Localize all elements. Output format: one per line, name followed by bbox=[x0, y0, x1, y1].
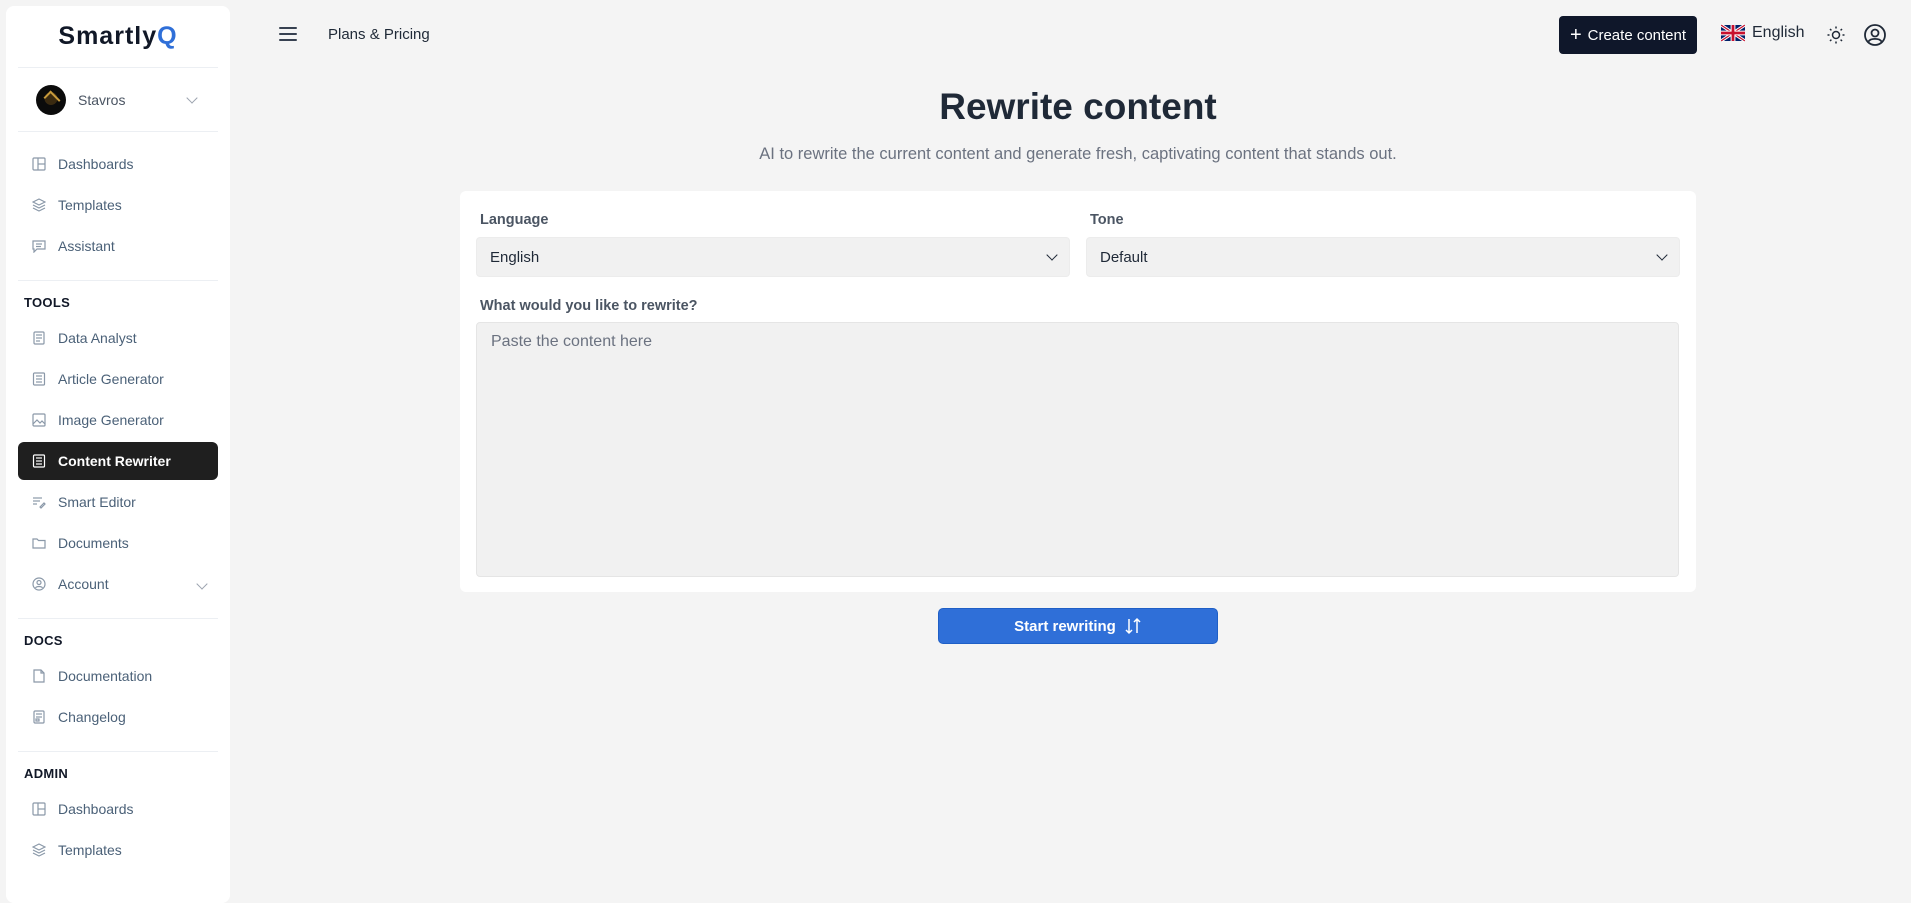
section-title-admin: ADMIN bbox=[24, 766, 69, 781]
start-rewriting-label: Start rewriting bbox=[1014, 617, 1116, 635]
sidebar-item-label: Templates bbox=[58, 842, 122, 858]
sidebar-item-label: Smart Editor bbox=[58, 494, 136, 510]
brand-accent: Q bbox=[157, 22, 178, 50]
sidebar-item-article-generator[interactable]: Article Generator bbox=[18, 360, 218, 398]
dashboard-icon bbox=[32, 157, 46, 171]
section-title-tools: TOOLS bbox=[24, 295, 71, 310]
folder-icon bbox=[32, 536, 46, 550]
swap-vertical-icon bbox=[1125, 617, 1141, 635]
sidebar-item-label: Data Analyst bbox=[58, 330, 137, 346]
tone-select-value: Default bbox=[1100, 248, 1148, 266]
sidebar-item-admin-dashboards[interactable]: Dashboards bbox=[18, 790, 218, 828]
sun-icon[interactable] bbox=[1826, 25, 1846, 45]
sidebar-item-label: Article Generator bbox=[58, 371, 164, 387]
rewriter-icon bbox=[32, 454, 46, 468]
language-select-value: English bbox=[490, 248, 540, 266]
sidebar-item-label: Image Generator bbox=[58, 412, 164, 428]
sidebar: Smartly Q Stavros Dashboards Templates As… bbox=[6, 6, 230, 903]
sidebar-item-label: Dashboards bbox=[58, 801, 134, 817]
rewrite-content-textarea[interactable] bbox=[476, 322, 1679, 577]
data-icon bbox=[32, 331, 46, 345]
user-switcher[interactable]: Stavros bbox=[18, 68, 218, 132]
sidebar-item-documentation[interactable]: Documentation bbox=[18, 657, 218, 695]
sidebar-item-label: Content Rewriter bbox=[58, 453, 171, 469]
sidebar-item-label: Documentation bbox=[58, 668, 153, 684]
image-icon bbox=[32, 413, 46, 427]
user-name: Stavros bbox=[78, 91, 126, 108]
nav-tools: Data Analyst Article Generator Image Gen… bbox=[18, 319, 218, 619]
brand-name: Smartly bbox=[58, 22, 158, 50]
avatar bbox=[36, 84, 66, 115]
chat-icon bbox=[32, 239, 46, 253]
sidebar-item-label: Changelog bbox=[58, 709, 126, 725]
dashboard-icon bbox=[32, 802, 46, 816]
tone-field-label: Tone bbox=[1090, 212, 1124, 228]
page-title: Rewrite content bbox=[939, 86, 1217, 127]
nav-docs: Documentation Changelog bbox=[18, 657, 218, 752]
sidebar-item-assistant[interactable]: Assistant bbox=[18, 227, 218, 265]
changelog-icon bbox=[32, 710, 46, 724]
menu-line bbox=[279, 27, 297, 29]
chevron-down-icon bbox=[1656, 249, 1668, 261]
menu-line bbox=[279, 39, 297, 41]
sidebar-item-content-rewriter[interactable]: Content Rewriter bbox=[18, 442, 218, 480]
uk-flag-icon bbox=[1721, 24, 1745, 42]
sidebar-item-templates[interactable]: Templates bbox=[18, 186, 218, 224]
sidebar-item-admin-templates[interactable]: Templates bbox=[18, 831, 218, 869]
editor-icon bbox=[32, 495, 46, 509]
account-icon bbox=[32, 577, 46, 591]
language-switcher[interactable]: English bbox=[1721, 24, 1804, 42]
create-content-label: Create content bbox=[1587, 26, 1687, 44]
sidebar-item-label: Assistant bbox=[58, 238, 115, 254]
user-profile-icon[interactable] bbox=[1863, 23, 1887, 47]
sidebar-item-changelog[interactable]: Changelog bbox=[18, 698, 218, 736]
layers-icon bbox=[32, 843, 46, 857]
sidebar-item-data-analyst[interactable]: Data Analyst bbox=[18, 319, 218, 357]
sidebar-item-label: Dashboards bbox=[58, 156, 134, 172]
sidebar-item-account[interactable]: Account bbox=[18, 565, 218, 603]
create-content-button[interactable]: + Create content bbox=[1559, 16, 1697, 54]
plans-pricing-link[interactable]: Plans & Pricing bbox=[328, 26, 430, 43]
tone-select[interactable]: Default bbox=[1086, 237, 1680, 277]
menu-toggle-icon[interactable] bbox=[279, 27, 297, 41]
sidebar-item-smart-editor[interactable]: Smart Editor bbox=[18, 483, 218, 521]
sidebar-item-image-generator[interactable]: Image Generator bbox=[18, 401, 218, 439]
nav-main: Dashboards Templates Assistant bbox=[18, 132, 218, 281]
sidebar-item-label: Documents bbox=[58, 535, 129, 551]
section-title-docs: DOCS bbox=[24, 633, 63, 648]
chevron-down-icon bbox=[196, 578, 208, 590]
page-subtitle: AI to rewrite the current content and ge… bbox=[759, 145, 1397, 163]
language-select[interactable]: English bbox=[476, 237, 1070, 277]
doc-icon bbox=[32, 669, 46, 683]
layers-icon bbox=[32, 198, 46, 212]
article-icon bbox=[32, 372, 46, 386]
sidebar-item-documents[interactable]: Documents bbox=[18, 524, 218, 562]
language-label: English bbox=[1752, 24, 1805, 41]
language-field-label: Language bbox=[480, 212, 549, 228]
chevron-down-icon bbox=[186, 92, 198, 104]
plus-icon: + bbox=[1569, 24, 1582, 46]
rewrite-field-label: What would you like to rewrite? bbox=[480, 298, 698, 314]
sidebar-item-dashboards[interactable]: Dashboards bbox=[18, 145, 218, 183]
brand-logo[interactable]: Smartly Q bbox=[18, 6, 218, 68]
sidebar-item-label: Account bbox=[58, 576, 109, 592]
start-rewriting-button[interactable]: Start rewriting bbox=[938, 608, 1218, 644]
sidebar-item-label: Templates bbox=[58, 197, 122, 213]
chevron-down-icon bbox=[1046, 249, 1058, 261]
rewrite-form-card: Language English Tone Default What would… bbox=[460, 191, 1696, 592]
nav-admin: Dashboards Templates bbox=[18, 790, 218, 884]
menu-line bbox=[279, 33, 297, 35]
